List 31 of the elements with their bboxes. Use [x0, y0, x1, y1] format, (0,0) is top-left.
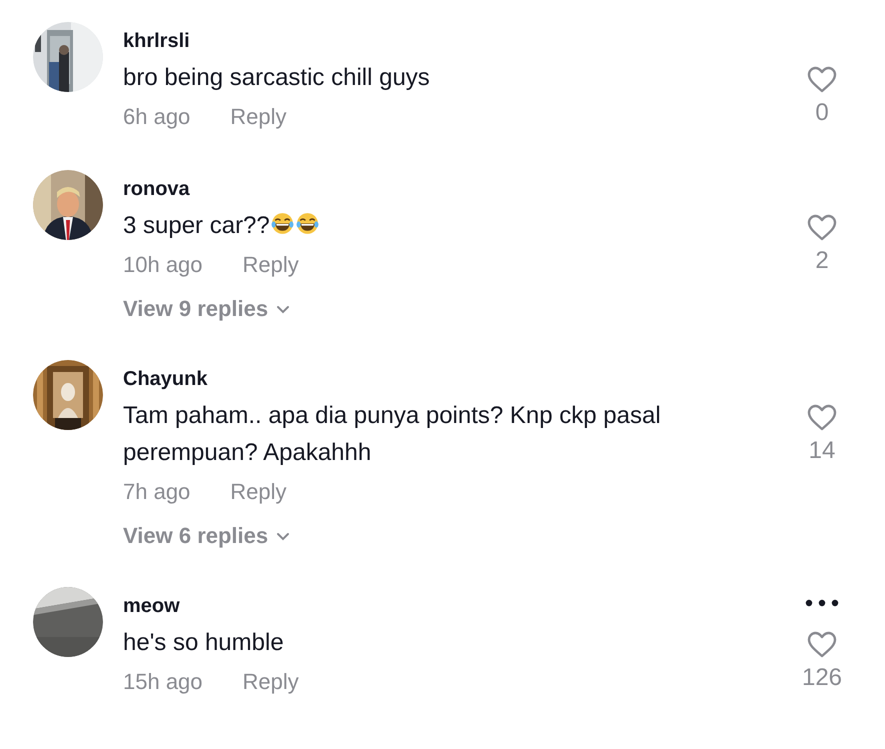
more-options-icon[interactable]	[805, 599, 839, 607]
view-replies-link[interactable]: View 6 replies	[123, 521, 268, 551]
comment-text: bro being sarcastic chill guys	[123, 64, 430, 91]
username[interactable]: meow	[123, 594, 180, 618]
reply-link[interactable]: Reply	[242, 250, 299, 280]
heart-icon[interactable]	[807, 404, 837, 432]
laughing-face-icon	[294, 211, 320, 236]
timestamp: 15h ago	[123, 668, 203, 696]
view-replies-link[interactable]: View 9 replies	[123, 294, 268, 324]
username[interactable]: khrlrsli	[123, 29, 190, 53]
timestamp: 6h ago	[123, 103, 190, 131]
username[interactable]: ronova	[123, 177, 190, 201]
timestamp: 10h ago	[123, 251, 203, 279]
reply-link[interactable]: Reply	[230, 477, 287, 507]
username[interactable]: Chayunk	[123, 367, 208, 391]
timestamp: 7h ago	[123, 478, 190, 506]
like-count: 2	[815, 247, 829, 275]
heart-icon[interactable]	[807, 214, 837, 242]
heart-icon[interactable]	[807, 631, 837, 659]
like-count: 14	[808, 437, 836, 465]
comment-text: Tam paham.. apa dia punya points? Knp ckp pasal perempuan? Apakahhh	[123, 402, 661, 466]
chevron-down-icon[interactable]	[276, 532, 290, 540]
like-count: 0	[815, 99, 829, 127]
heart-icon[interactable]	[807, 66, 837, 94]
laughing-face-icon	[270, 211, 295, 236]
reply-link[interactable]: Reply	[242, 667, 299, 697]
comment-text: he's so humble	[123, 629, 284, 656]
chevron-down-icon[interactable]	[276, 304, 290, 314]
comment-text: 3 super car??	[123, 212, 270, 239]
like-count: 126	[802, 664, 842, 692]
reply-link[interactable]: Reply	[230, 102, 287, 132]
